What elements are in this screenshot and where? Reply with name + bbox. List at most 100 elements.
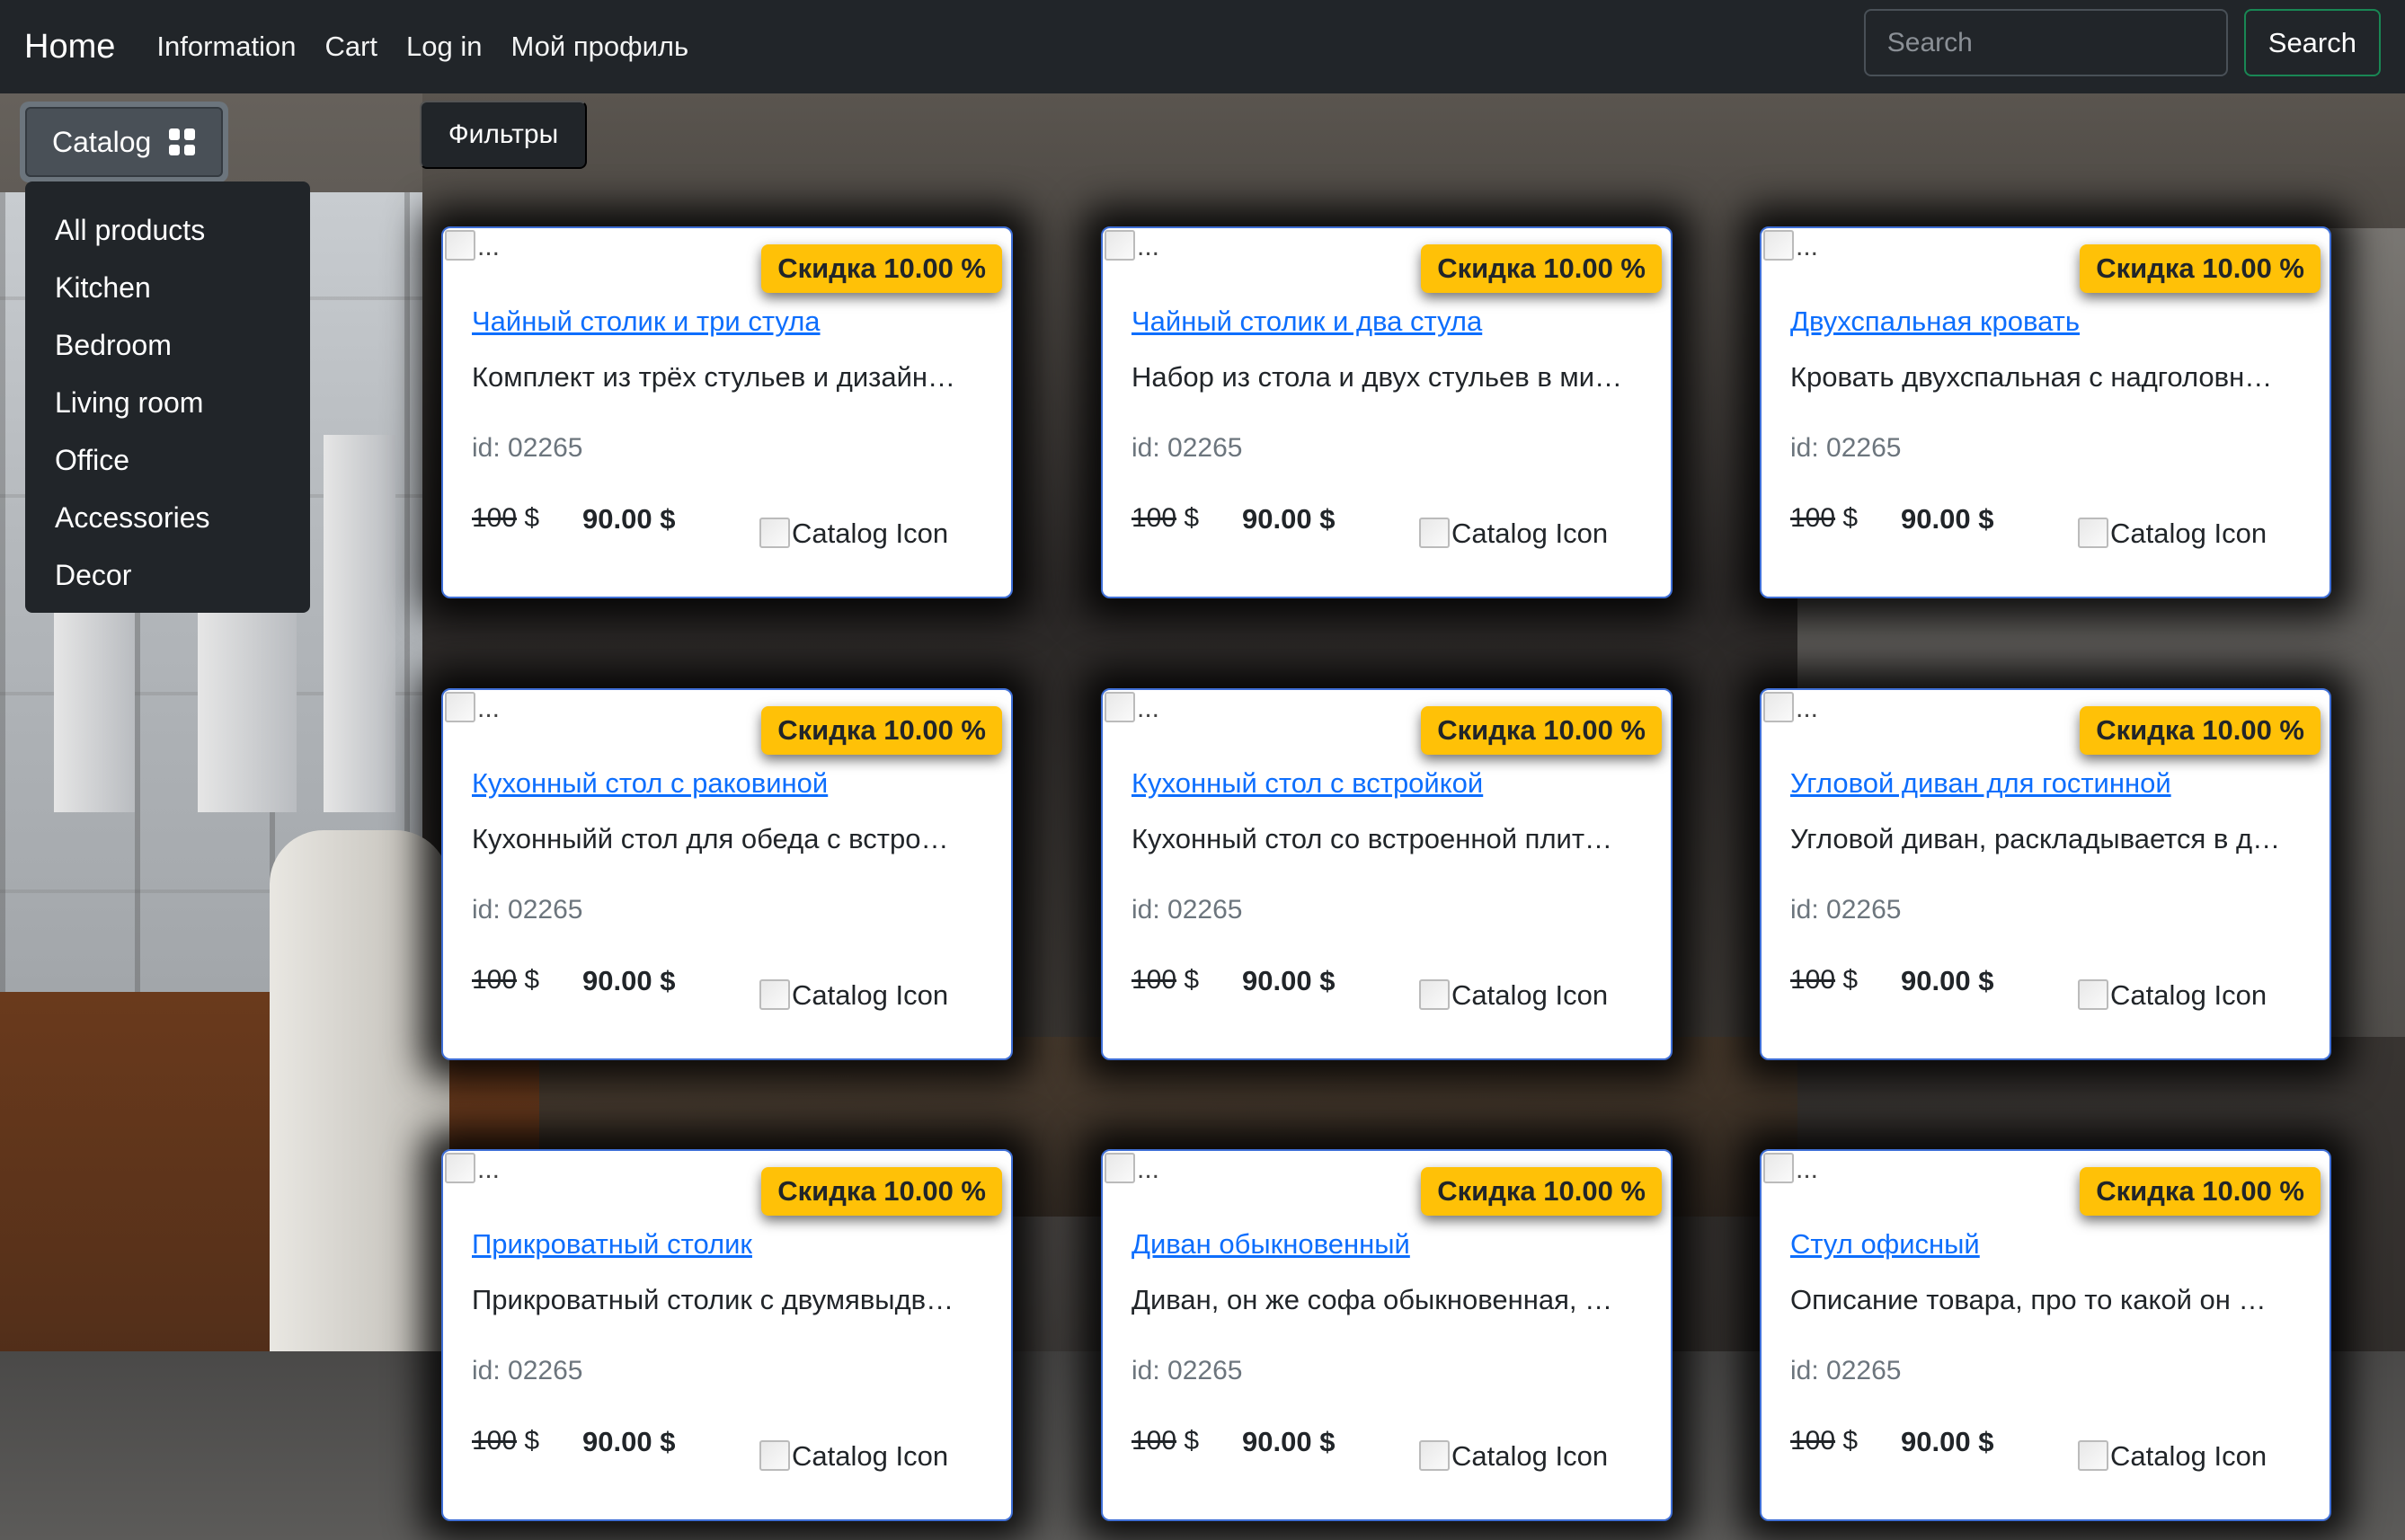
catalog-icon-alt: Catalog Icon	[1451, 1440, 1609, 1472]
old-price: 100 $	[1790, 1426, 1858, 1456]
catalog-icon[interactable]: Catalog Icon	[2078, 1440, 2267, 1473]
product-image-alt: ...	[1796, 694, 1819, 723]
old-price-currency: $	[1835, 965, 1859, 995]
product-image-alt: ...	[1137, 1155, 1160, 1184]
broken-image-icon	[445, 230, 475, 261]
product-id: id: 02265	[1790, 895, 1902, 925]
product-description: Кухонныйй стол для обеда с встро…	[472, 823, 949, 854]
product-title-link[interactable]: Двухспальная кровать	[1790, 305, 2080, 338]
product-id: id: 02265	[472, 895, 583, 925]
product-card: ... Скидка 10.00 % Чайный столик и два с…	[1101, 226, 1673, 598]
old-price-value: 100	[472, 965, 518, 995]
catalog-item-office[interactable]: Office	[25, 431, 310, 489]
search-form: Search	[1863, 9, 2381, 76]
broken-image-icon	[445, 692, 475, 722]
catalog-icon[interactable]: Catalog Icon	[1419, 979, 1608, 1012]
old-price: 100 $	[472, 965, 539, 996]
broken-image-icon	[1763, 1153, 1794, 1183]
catalog-icon-alt: Catalog Icon	[2110, 1440, 2267, 1472]
new-price: 90.00 $	[582, 503, 676, 535]
product-title-link[interactable]: Стул офисный	[1790, 1228, 1980, 1261]
old-price-currency: $	[517, 965, 540, 995]
product-description: Набор из стола и двух стульев в ми…	[1132, 361, 1623, 393]
catalog-button-label: Catalog	[52, 125, 152, 158]
product-title-link[interactable]: Диван обыкновенный	[1132, 1228, 1410, 1261]
catalog-item-decor[interactable]: Decor	[25, 546, 310, 604]
product-id: id: 02265	[1132, 895, 1243, 925]
nav-login-link[interactable]: Log in	[406, 31, 482, 63]
nav-profile-link[interactable]: Мой профиль	[511, 31, 689, 63]
product-description: Кухонный стол со встроенной плит…	[1132, 823, 1613, 854]
catalog-item-bedroom[interactable]: Bedroom	[25, 316, 310, 374]
old-price-currency: $	[1176, 965, 1200, 995]
product-title-link[interactable]: Чайный столик и три стула	[472, 305, 821, 338]
old-price-currency: $	[1176, 1426, 1200, 1456]
search-button[interactable]: Search	[2243, 9, 2381, 76]
catalog-icon[interactable]: Catalog Icon	[1419, 1440, 1608, 1473]
grid-icon	[169, 128, 196, 155]
catalog-icon[interactable]: Catalog Icon	[2078, 979, 2267, 1012]
product-image-alt: ...	[477, 232, 501, 261]
product-title-link[interactable]: Кухонный стол с встройкой	[1132, 767, 1483, 800]
nav-cart-link[interactable]: Cart	[324, 31, 377, 63]
product-image[interactable]: ...	[1105, 230, 1159, 262]
old-price-currency: $	[1176, 503, 1200, 533]
broken-image-icon	[2078, 1440, 2108, 1471]
product-image[interactable]: ...	[1105, 692, 1159, 724]
product-image[interactable]: ...	[1763, 1153, 1818, 1185]
product-grid: ... Скидка 10.00 % Чайный столик и три с…	[0, 0, 2405, 1540]
catalog-item-all-products[interactable]: All products	[25, 201, 310, 259]
product-image[interactable]: ...	[445, 230, 500, 262]
old-price-value: 100	[1132, 965, 1177, 995]
product-card: ... Скидка 10.00 % Чайный столик и три с…	[441, 226, 1013, 598]
broken-image-icon	[2078, 518, 2108, 548]
discount-badge: Скидка 10.00 %	[761, 706, 1002, 755]
product-title-link[interactable]: Угловой диван для гостинной	[1790, 767, 2171, 800]
product-card: ... Скидка 10.00 % Прикроватный столик П…	[441, 1149, 1013, 1521]
product-image[interactable]: ...	[1105, 1153, 1159, 1185]
discount-badge: Скидка 10.00 %	[1421, 244, 1662, 293]
new-price: 90.00 $	[1242, 965, 1336, 996]
broken-image-icon	[2078, 979, 2108, 1010]
product-image-alt: ...	[1137, 694, 1160, 723]
new-price: 90.00 $	[1901, 1426, 1994, 1457]
filters-button[interactable]: Фильтры	[420, 101, 587, 169]
product-title-link[interactable]: Кухонный стол с раковиной	[472, 767, 828, 800]
product-image[interactable]: ...	[1763, 692, 1818, 724]
discount-badge: Скидка 10.00 %	[761, 1167, 1002, 1216]
catalog-item-living-room[interactable]: Living room	[25, 374, 310, 431]
catalog-icon[interactable]: Catalog Icon	[759, 1440, 948, 1473]
catalog-icon[interactable]: Catalog Icon	[1419, 518, 1608, 550]
catalog-icon-alt: Catalog Icon	[1451, 518, 1609, 549]
old-price-currency: $	[517, 1426, 540, 1456]
product-title-link[interactable]: Прикроватный столик	[472, 1228, 752, 1261]
catalog-item-kitchen[interactable]: Kitchen	[25, 259, 310, 316]
old-price: 100 $	[1790, 965, 1858, 996]
catalog-item-accessories[interactable]: Accessories	[25, 489, 310, 546]
product-image-alt: ...	[477, 694, 501, 723]
discount-badge: Скидка 10.00 %	[2080, 244, 2321, 293]
catalog-button[interactable]: Catalog	[20, 102, 228, 182]
broken-image-icon	[1105, 1153, 1135, 1183]
discount-badge: Скидка 10.00 %	[2080, 706, 2321, 755]
product-id: id: 02265	[472, 1356, 583, 1385]
product-card: ... Скидка 10.00 % Угловой диван для гос…	[1760, 688, 2331, 1060]
home-link[interactable]: Home	[24, 28, 115, 66]
new-price: 90.00 $	[1242, 503, 1336, 535]
nav-information-link[interactable]: Information	[156, 31, 296, 63]
old-price: 100 $	[1132, 965, 1199, 996]
broken-image-icon	[759, 1440, 790, 1471]
product-description: Угловой диван, раскладывается в д…	[1790, 823, 2281, 854]
product-title-link[interactable]: Чайный столик и два стула	[1132, 305, 1482, 338]
discount-badge: Скидка 10.00 %	[2080, 1167, 2321, 1216]
product-card: ... Скидка 10.00 % Стул офисный Описание…	[1760, 1149, 2331, 1521]
product-image[interactable]: ...	[445, 692, 500, 724]
broken-image-icon	[1419, 518, 1450, 548]
search-input[interactable]	[1863, 9, 2228, 76]
catalog-icon[interactable]: Catalog Icon	[2078, 518, 2267, 550]
catalog-icon[interactable]: Catalog Icon	[759, 518, 948, 550]
product-card: ... Скидка 10.00 % Двухспальная кровать …	[1760, 226, 2331, 598]
product-image[interactable]: ...	[445, 1153, 500, 1185]
catalog-icon[interactable]: Catalog Icon	[759, 979, 948, 1012]
product-image[interactable]: ...	[1763, 230, 1818, 262]
